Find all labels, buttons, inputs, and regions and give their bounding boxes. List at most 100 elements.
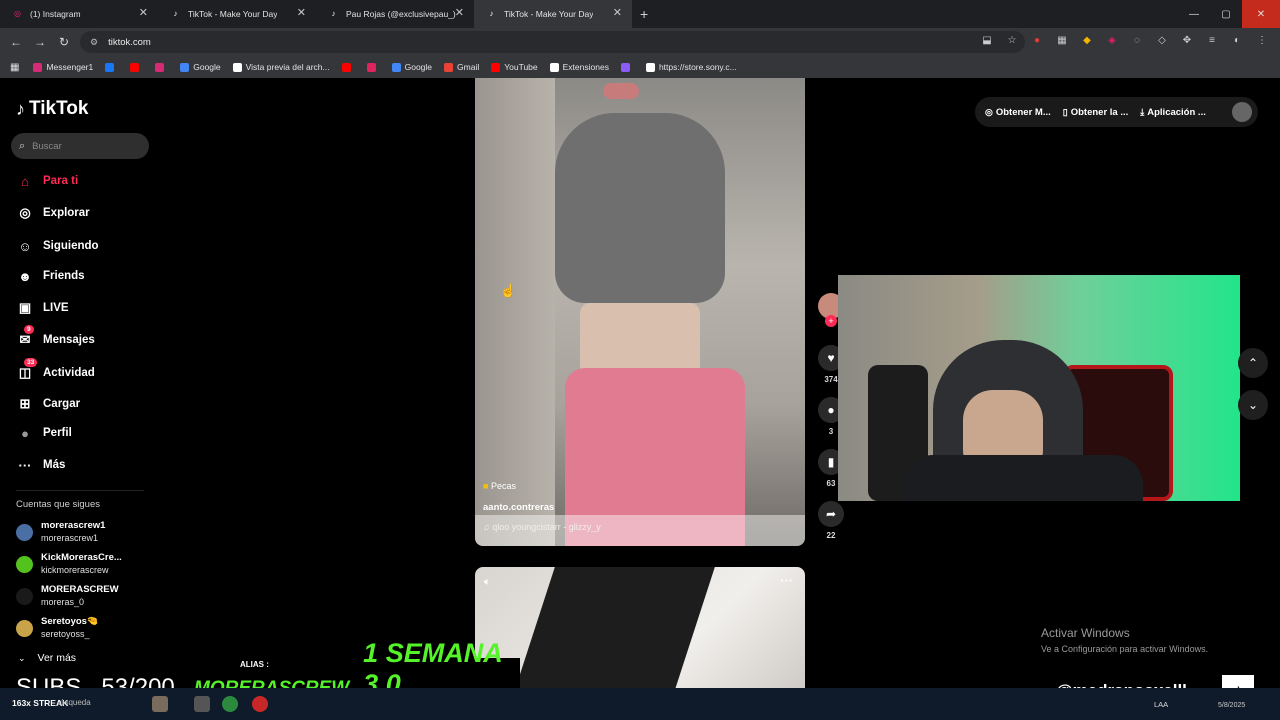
close-tab-icon[interactable]: ✕ xyxy=(139,6,148,19)
close-window-button[interactable]: ✕ xyxy=(1242,0,1280,28)
sidebar-item-mensajes[interactable]: ✉ 9 Mensajes xyxy=(16,325,95,349)
browser-tab[interactable]: ♪ TikTok - Make Your Day ✕ xyxy=(158,0,316,28)
taskbar-app-icon[interactable] xyxy=(152,696,168,712)
sidebar-item-label: Para ti xyxy=(43,175,79,187)
activity-icon: ◫ 33 xyxy=(16,358,38,382)
taskbar-app-icon[interactable] xyxy=(194,696,210,712)
browser-tab[interactable]: ♪ TikTok - Make Your Day ✕ xyxy=(474,0,632,28)
sidebar-item-label: Actividad xyxy=(43,367,95,379)
bookmark-item[interactable]: https://store.sony.c... xyxy=(645,62,737,72)
followed-account[interactable]: MORERASCREW moreras_0 xyxy=(16,584,119,608)
bookmark-icon xyxy=(130,62,140,72)
site-info-icon[interactable]: ⚙ xyxy=(90,37,98,48)
extension-icon[interactable]: ◆ xyxy=(1079,32,1095,48)
video-author[interactable]: aanto.contreras xyxy=(483,502,554,513)
bookmark-item[interactable] xyxy=(620,62,634,72)
sidebar-item-perfil[interactable]: ● Perfil xyxy=(16,424,72,442)
clock-date[interactable]: 5/8/2025 xyxy=(1218,702,1245,709)
account-names: morerascrew1 morerascrew1 xyxy=(41,520,105,544)
close-tab-icon[interactable]: ✕ xyxy=(613,6,622,19)
puzzle-icon[interactable]: ✥ xyxy=(1179,32,1195,48)
followed-account[interactable]: Seretoyos🤏 seretoyoss_ xyxy=(16,616,99,640)
kebab-menu-icon[interactable]: ⋮ xyxy=(1254,32,1270,48)
bookmark-item[interactable]: YouTube xyxy=(491,62,538,72)
bookmark-item[interactable]: Google xyxy=(391,62,432,72)
bookmark-icon xyxy=(33,62,43,72)
reload-icon[interactable]: ↻ xyxy=(52,35,76,49)
sidebar-item-friends[interactable]: ☻ Friends xyxy=(16,267,84,285)
maximize-button[interactable]: ▢ xyxy=(1210,0,1242,28)
more-options-icon[interactable]: ··· xyxy=(780,573,793,588)
previous-video-button[interactable]: ⌃ xyxy=(1238,348,1268,378)
back-icon[interactable]: ← xyxy=(4,35,28,49)
video-music[interactable]: ♫ qloo youngcistarr - glizzy_y xyxy=(475,515,805,546)
extension-icon[interactable]: ◇ xyxy=(1154,32,1170,48)
browser-tab[interactable]: ♪ Pau Rojas (@exclusivepau_) | Ti✕ xyxy=(316,0,474,28)
star-icon[interactable]: ☆ xyxy=(1004,32,1020,48)
bookmark-icon xyxy=(391,62,401,72)
account-handle: moreras_0 xyxy=(41,597,85,607)
minimize-button[interactable]: — xyxy=(1178,0,1210,28)
video-background xyxy=(475,78,555,546)
bookmark-item[interactable]: Vista previa del arch... xyxy=(232,62,330,72)
volume-icon[interactable]: 🔈︎ xyxy=(484,576,491,589)
bookmark-icon xyxy=(645,62,655,72)
tiktok-logo[interactable]: ♪ TikTok xyxy=(16,98,88,120)
sidebar-item-label: Mensajes xyxy=(43,334,95,346)
sidebar-item-explorar[interactable]: ◎ Explorar xyxy=(16,204,89,222)
share-button[interactable]: ➦ 22 xyxy=(815,501,847,540)
bookmark-item[interactable]: Google xyxy=(180,62,221,72)
sidebar-item-label: Perfil xyxy=(43,427,72,439)
bookmark-item[interactable]: Messenger1 xyxy=(33,62,93,72)
language-indicator[interactable]: LAA xyxy=(1154,700,1168,709)
account-names: MORERASCREW moreras_0 xyxy=(41,584,119,608)
bookmark-item[interactable] xyxy=(130,62,143,72)
profile-avatar[interactable] xyxy=(1232,102,1252,122)
extension-icon[interactable]: ◌ xyxy=(1129,32,1145,48)
tiktok-page: ♪ TikTok ⌕ Buscar ⌂ Para ti ◎ Explorar ☺ Sigu… xyxy=(0,78,1280,720)
taskbar-search[interactable]: úsqueda xyxy=(60,698,91,707)
install-app-icon[interactable]: ⬓ xyxy=(979,32,995,48)
bookmark-item[interactable]: Extensiones xyxy=(549,62,609,72)
instagram-icon: ◎ xyxy=(14,9,21,18)
chrome-icon[interactable] xyxy=(222,696,238,712)
close-tab-icon[interactable]: ✕ xyxy=(297,6,306,19)
extension-icon[interactable]: ▦ xyxy=(1054,32,1070,48)
sidebar-item-live[interactable]: ▣ LIVE xyxy=(16,299,69,317)
bookmark-item[interactable]: Gmail xyxy=(444,62,479,72)
taskbar-app-icon[interactable] xyxy=(252,696,268,712)
bookmark-item[interactable] xyxy=(366,62,380,72)
bookmark-label: Google xyxy=(193,62,221,72)
video-player[interactable]: ■ Pecas aanto.contreras ♫ qloo youngcist… xyxy=(475,78,805,546)
new-tab-button[interactable]: + xyxy=(640,6,648,22)
sidebar-item-actividad[interactable]: ◫ 33 Actividad xyxy=(16,358,95,382)
extension-icon[interactable]: ● xyxy=(1029,32,1045,48)
close-tab-icon[interactable]: ✕ xyxy=(455,6,464,19)
follow-plus-icon[interactable]: + xyxy=(825,315,837,327)
next-video-button[interactable]: ⌄ xyxy=(1238,390,1268,420)
download-app-button[interactable]: ⤓ Aplicación ... xyxy=(1140,107,1206,118)
extension-icon[interactable]: ◈ xyxy=(1104,32,1120,48)
tiktok-icon: ♪ xyxy=(489,9,494,18)
sidebar-item-siguiendo[interactable]: ☺ Siguiendo xyxy=(16,237,98,255)
sidebar-item-para-ti[interactable]: ⌂ Para ti xyxy=(16,172,78,190)
apps-grid-icon[interactable]: ▦ xyxy=(10,62,19,73)
followed-account[interactable]: KickMorerasCre... kickmorerascrew xyxy=(16,552,122,576)
address-bar[interactable]: ⚙ tiktok.com xyxy=(80,31,1025,53)
search-input[interactable]: ⌕ Buscar xyxy=(11,133,149,159)
profile-avatar-icon[interactable]: ◐ xyxy=(1229,32,1245,48)
sidebar-item-cargar[interactable]: ⊞ Cargar xyxy=(16,395,81,413)
bookmark-item[interactable] xyxy=(105,62,118,72)
media-icon[interactable]: ≡ xyxy=(1204,32,1220,48)
video-caption[interactable]: ■ Pecas xyxy=(483,481,516,491)
see-more-button[interactable]: ⌄ Ver más xyxy=(18,652,76,664)
bookmark-item[interactable] xyxy=(341,62,355,72)
sidebar-item-más[interactable]: ··· Más xyxy=(16,456,66,474)
see-more-label: Ver más xyxy=(37,652,77,664)
browser-tab[interactable]: ◎ (1) Instagram ✕ xyxy=(0,0,158,28)
get-app-button[interactable]: ▯ Obtener la ... xyxy=(1063,107,1129,118)
forward-icon[interactable]: → xyxy=(28,35,52,49)
get-coins-button[interactable]: ◎ Obtener M... xyxy=(985,107,1051,118)
bookmark-item[interactable] xyxy=(155,62,168,72)
followed-account[interactable]: morerascrew1 morerascrew1 xyxy=(16,520,105,544)
